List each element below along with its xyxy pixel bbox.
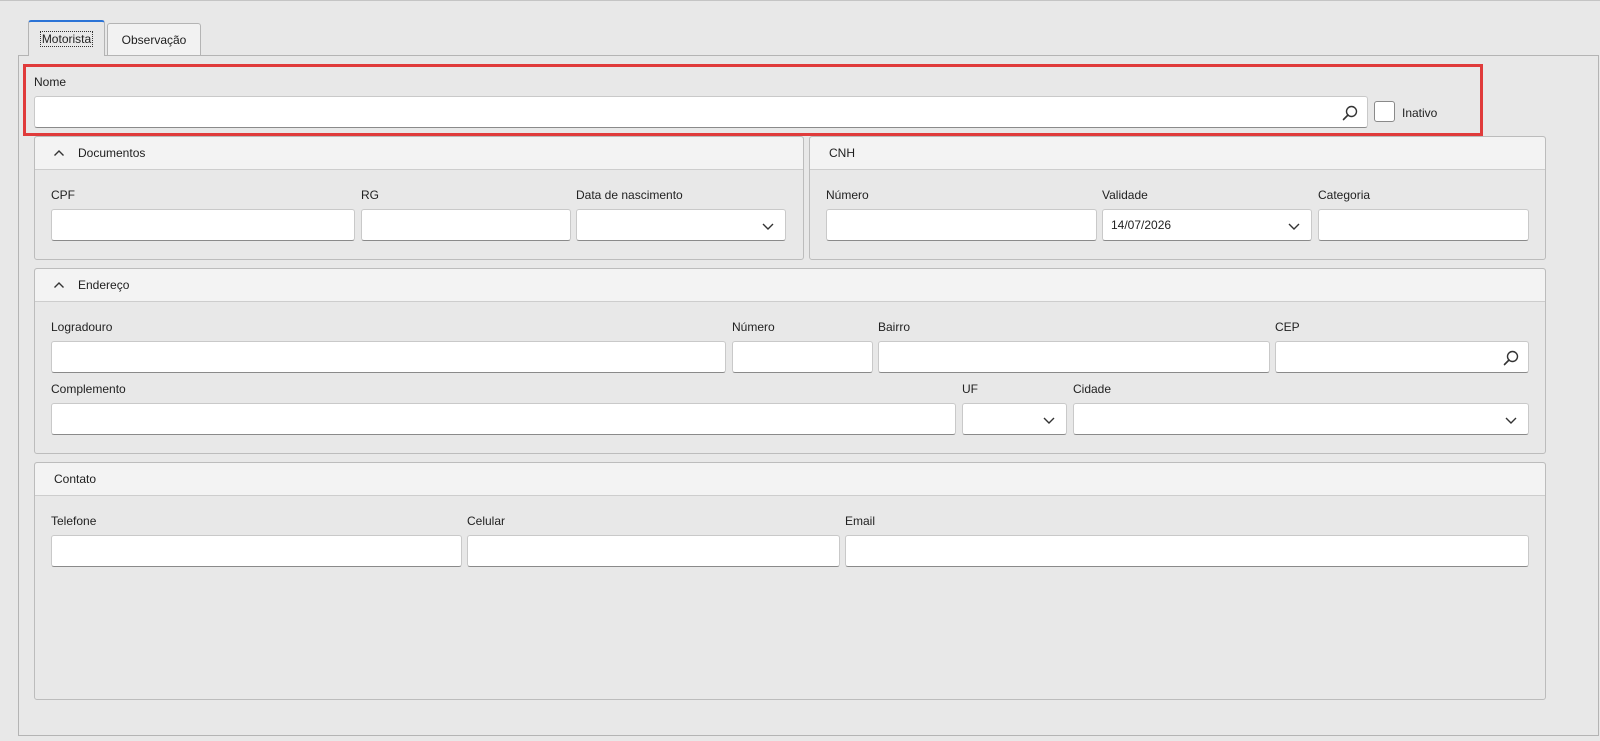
uf-label: UF <box>962 382 978 396</box>
nome-input[interactable] <box>34 96 1368 128</box>
cidade-label: Cidade <box>1073 382 1112 396</box>
search-icon[interactable] <box>1502 349 1520 367</box>
chevron-down-icon[interactable] <box>1502 411 1520 429</box>
complemento-label: Complemento <box>51 382 126 396</box>
cidade-dropdown[interactable] <box>1073 403 1529 435</box>
cnh-title: CNH <box>829 146 855 160</box>
endereco-numero-input[interactable] <box>732 341 873 373</box>
logradouro-label: Logradouro <box>51 320 113 334</box>
categoria-label: Categoria <box>1318 188 1371 202</box>
rg-input[interactable] <box>361 209 571 241</box>
cep-label: CEP <box>1275 320 1300 334</box>
complemento-input[interactable] <box>51 403 956 435</box>
nome-label: Nome <box>34 75 67 89</box>
cpf-label: CPF <box>51 188 75 202</box>
bairro-input[interactable] <box>878 341 1270 373</box>
celular-label: Celular <box>467 514 506 528</box>
documentos-title: Documentos <box>78 146 146 160</box>
categoria-input[interactable] <box>1318 209 1529 241</box>
tab-observacao[interactable]: Observação <box>107 23 201 56</box>
search-icon[interactable] <box>1341 104 1359 122</box>
data-nascimento-label: Data de nascimento <box>576 188 683 202</box>
rg-label: RG <box>361 188 379 202</box>
contato-title: Contato <box>54 472 97 486</box>
chevron-up-icon[interactable] <box>52 146 66 160</box>
inativo-label: Inativo <box>1402 106 1438 120</box>
cep-input[interactable] <box>1275 341 1529 373</box>
endereco-numero-label: Número <box>732 320 775 334</box>
cpf-input[interactable] <box>51 209 355 241</box>
validade-dropdown[interactable]: 14/07/2026 <box>1102 209 1312 241</box>
chevron-down-icon[interactable] <box>1285 217 1303 235</box>
telefone-label: Telefone <box>51 514 97 528</box>
tab-observacao-label: Observação <box>121 33 187 47</box>
tab-motorista[interactable]: Motorista <box>28 20 105 56</box>
inativo-checkbox[interactable] <box>1374 101 1395 122</box>
validade-label: Validade <box>1102 188 1148 202</box>
endereco-header[interactable]: Endereço <box>35 269 1545 302</box>
endereco-title: Endereço <box>78 278 130 292</box>
documentos-group: Documentos <box>34 136 804 260</box>
bairro-label: Bairro <box>878 320 911 334</box>
chevron-up-icon[interactable] <box>52 278 66 292</box>
email-input[interactable] <box>845 535 1529 567</box>
logradouro-input[interactable] <box>51 341 726 373</box>
contato-group: Contato <box>34 462 1546 700</box>
celular-input[interactable] <box>467 535 840 567</box>
cnh-numero-label: Número <box>826 188 869 202</box>
telefone-input[interactable] <box>51 535 462 567</box>
documentos-header[interactable]: Documentos <box>35 137 803 170</box>
chevron-down-icon[interactable] <box>759 217 777 235</box>
window-top-border <box>0 0 1600 1</box>
cnh-numero-input[interactable] <box>826 209 1097 241</box>
validade-value: 14/07/2026 <box>1111 218 1172 232</box>
chevron-down-icon[interactable] <box>1040 411 1058 429</box>
uf-dropdown[interactable] <box>962 403 1067 435</box>
contato-header: Contato <box>35 463 1545 496</box>
email-label: Email <box>845 514 876 528</box>
data-nascimento-dropdown[interactable] <box>576 209 786 241</box>
cnh-header: CNH <box>810 137 1545 170</box>
tab-motorista-label: Motorista <box>39 31 94 47</box>
cnh-group: CNH <box>809 136 1546 260</box>
